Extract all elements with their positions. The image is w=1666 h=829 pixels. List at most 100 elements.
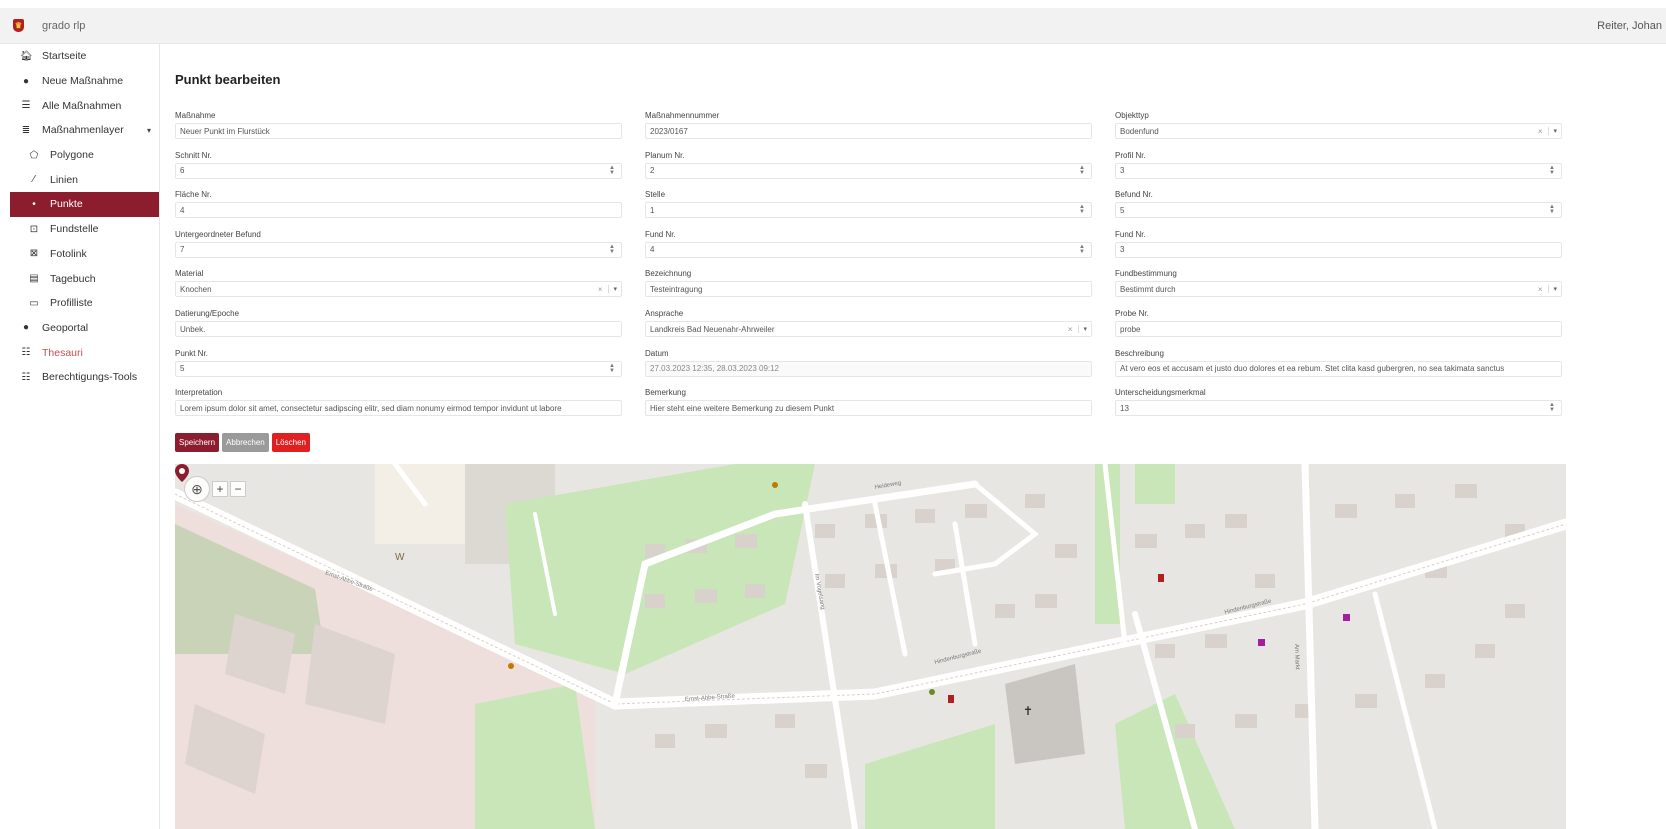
form-field: Fläche Nr. 4 bbox=[175, 189, 622, 219]
nav-profilliste[interactable]: ▭ Profilliste bbox=[0, 291, 159, 316]
nav-label: Punkte bbox=[50, 198, 83, 211]
text-input[interactable]: 2023/0167 bbox=[645, 123, 1092, 139]
image-icon: ⊠ bbox=[29, 248, 39, 260]
nav-label: Startseite bbox=[42, 50, 87, 63]
field-value: Hier steht eine weitere Bemerkung zu die… bbox=[650, 403, 835, 413]
delete-button[interactable]: Löschen bbox=[271, 433, 310, 452]
select-field[interactable]: Knochen × ▾ bbox=[175, 281, 622, 298]
field-value: probe bbox=[1120, 324, 1141, 334]
nav-alle-massnahmen[interactable]: ☰ Alle Maßnahmen bbox=[0, 93, 159, 118]
stepper-icon[interactable]: ▲ ▼ bbox=[1077, 165, 1087, 176]
number-input[interactable]: 5 ▲ ▼ bbox=[175, 360, 622, 377]
text-input[interactable]: Neuer Punkt im Flurstück bbox=[175, 123, 622, 139]
cancel-button[interactable]: Abbrechen bbox=[222, 433, 269, 452]
nav-geoportal[interactable]: ● Geoportal bbox=[0, 316, 159, 341]
map-canvas[interactable]: Ernst-Abbe-Straße Ernst-Abbe-Straße Hind… bbox=[175, 464, 1566, 829]
stepper-icon[interactable]: ▲ ▼ bbox=[607, 363, 617, 374]
nav-punkte[interactable]: • Punkte bbox=[10, 192, 159, 217]
svg-text:Am Markt: Am Markt bbox=[1293, 644, 1300, 670]
save-button[interactable]: Speichern bbox=[175, 433, 220, 452]
field-label: Planum Nr. bbox=[645, 150, 685, 160]
text-input[interactable]: probe bbox=[1115, 321, 1562, 337]
clear-icon[interactable]: × bbox=[1538, 285, 1543, 294]
clear-icon[interactable]: × bbox=[1538, 127, 1543, 136]
number-input[interactable]: 4 ▲ ▼ bbox=[645, 241, 1092, 258]
nav-label: Profilliste bbox=[50, 297, 93, 310]
chevron-down-icon[interactable]: ▾ bbox=[1548, 285, 1557, 294]
nav-fotolink[interactable]: ⊠ Fotolink bbox=[0, 242, 159, 267]
chevron-down-icon[interactable]: ▾ bbox=[1548, 127, 1557, 135]
nav-neue-massnahme[interactable]: ● Neue Maßnahme bbox=[0, 69, 159, 94]
form-field: Probe Nr. probe bbox=[1115, 308, 1562, 337]
nav-berechtigungs-tools[interactable]: ☷ Berechtigungs-Tools bbox=[0, 365, 159, 390]
field-label: Untergeordneter Befund bbox=[175, 229, 261, 239]
field-value: 27.03.2023 12:35, 28.03.2023 09:12 bbox=[650, 364, 780, 374]
stepper-icon[interactable]: ▲ ▼ bbox=[1547, 165, 1557, 176]
number-input[interactable]: 5 ▲ ▼ bbox=[1115, 202, 1562, 219]
text-input[interactable]: Lorem ipsum dolor sit amet, consectetur … bbox=[175, 400, 622, 417]
nav-thesauri[interactable]: ☷ Thesauri bbox=[0, 340, 159, 365]
nav-tagebuch[interactable]: ▤ Tagebuch bbox=[0, 266, 159, 291]
stepper-icon[interactable]: ▲ ▼ bbox=[1547, 204, 1557, 215]
page-title: Punkt bearbeiten bbox=[175, 72, 281, 87]
select-field[interactable]: Landkreis Bad Neuenahr-Ahrweiler × ▾ bbox=[645, 321, 1092, 337]
stepper-icon[interactable]: ▲ ▼ bbox=[1077, 204, 1087, 215]
clear-icon[interactable]: × bbox=[1068, 325, 1073, 334]
map-view[interactable]: Ernst-Abbe-Straße Ernst-Abbe-Straße Hind… bbox=[175, 464, 1566, 829]
text-input[interactable]: 4 bbox=[175, 202, 622, 219]
form-field: Untergeordneter Befund 7 ▲ ▼ bbox=[175, 229, 622, 258]
form-field: Profil Nr. 3 ▲ ▼ bbox=[1115, 150, 1562, 179]
text-input: 27.03.2023 12:35, 28.03.2023 09:12 bbox=[645, 360, 1092, 377]
number-input[interactable]: 6 ▲ ▼ bbox=[175, 162, 622, 179]
zoom-out-button[interactable]: − bbox=[230, 481, 246, 497]
app-logo-icon[interactable]: ♛ bbox=[13, 19, 24, 32]
folder-icon: ▭ bbox=[29, 297, 39, 309]
text-input[interactable]: Hier steht eine weitere Bemerkung zu die… bbox=[645, 400, 1092, 417]
locate-icon[interactable]: ⊕ bbox=[184, 476, 210, 502]
chevron-down-icon[interactable]: ▾ bbox=[1078, 325, 1087, 333]
nav-label: Fundstelle bbox=[50, 223, 99, 236]
number-input[interactable]: 13 ▲ ▼ bbox=[1115, 400, 1562, 417]
number-input[interactable]: 7 ▲ ▼ bbox=[175, 241, 622, 258]
marker-icon: ⊡ bbox=[29, 223, 39, 235]
text-input[interactable]: At vero eos et accusam et justo duo dolo… bbox=[1115, 360, 1562, 377]
number-input[interactable]: 2 ▲ ▼ bbox=[645, 162, 1092, 179]
nav-linien[interactable]: ⁄ Linien bbox=[0, 167, 159, 192]
form-field: Schnitt Nr. 6 ▲ ▼ bbox=[175, 150, 622, 179]
nav-label: Fotolink bbox=[50, 247, 87, 260]
field-value: Knochen bbox=[180, 284, 212, 294]
field-value: Landkreis Bad Neuenahr-Ahrweiler bbox=[650, 324, 775, 334]
stepper-icon[interactable]: ▲ ▼ bbox=[1547, 402, 1557, 413]
chevron-down-icon[interactable]: ▾ bbox=[608, 285, 617, 294]
form-field: Befund Nr. 5 ▲ ▼ bbox=[1115, 189, 1562, 219]
number-input[interactable]: 3 ▲ ▼ bbox=[1115, 162, 1562, 179]
field-label: Beschreibung bbox=[1115, 348, 1164, 358]
stepper-icon[interactable]: ▲ ▼ bbox=[607, 165, 617, 176]
text-input[interactable]: 3 bbox=[1115, 241, 1562, 258]
field-value: Bestimmt durch bbox=[1120, 284, 1176, 294]
text-input[interactable]: Unbek. bbox=[175, 321, 622, 337]
field-value: Bodenfund bbox=[1120, 126, 1159, 136]
field-value: 2 bbox=[650, 166, 655, 176]
stepper-icon[interactable]: ▲ ▼ bbox=[1077, 244, 1087, 255]
sidebar: 🏠︎ Startseite ● Neue Maßnahme ☰ Alle Maßnah… bbox=[0, 44, 160, 829]
user-menu[interactable]: Reiter, Johan bbox=[1597, 20, 1662, 32]
field-label: Ansprache bbox=[645, 309, 684, 318]
polygon-icon: ⬠ bbox=[29, 149, 39, 161]
nav-label: Maßnahmenlayer bbox=[42, 124, 124, 137]
field-label: Profil Nr. bbox=[1115, 150, 1146, 160]
number-input[interactable]: 1 ▲ ▼ bbox=[645, 202, 1092, 219]
select-field[interactable]: Bestimmt durch × ▾ bbox=[1115, 281, 1562, 298]
nav-fundstelle[interactable]: ⊡ Fundstelle bbox=[0, 217, 159, 242]
clear-icon[interactable]: × bbox=[598, 285, 603, 294]
nav-startseite[interactable]: 🏠︎ Startseite bbox=[0, 44, 159, 69]
stepper-icon[interactable]: ▲ ▼ bbox=[607, 244, 617, 255]
nav-massnahmenlayer[interactable]: ≣ Maßnahmenlayer ▾ bbox=[0, 118, 159, 143]
app-brand[interactable]: grado rlp bbox=[42, 20, 85, 32]
nav-polygone[interactable]: ⬠ Polygone bbox=[0, 143, 159, 168]
form-field: Bemerkung Hier steht eine weitere Bemerku… bbox=[645, 387, 1092, 417]
form-actions: Speichern Abbrechen Löschen bbox=[175, 433, 310, 452]
text-input[interactable]: Testeintragung bbox=[645, 281, 1092, 298]
zoom-in-button[interactable]: + bbox=[212, 481, 228, 497]
select-field[interactable]: Bodenfund × ▾ bbox=[1115, 123, 1562, 139]
